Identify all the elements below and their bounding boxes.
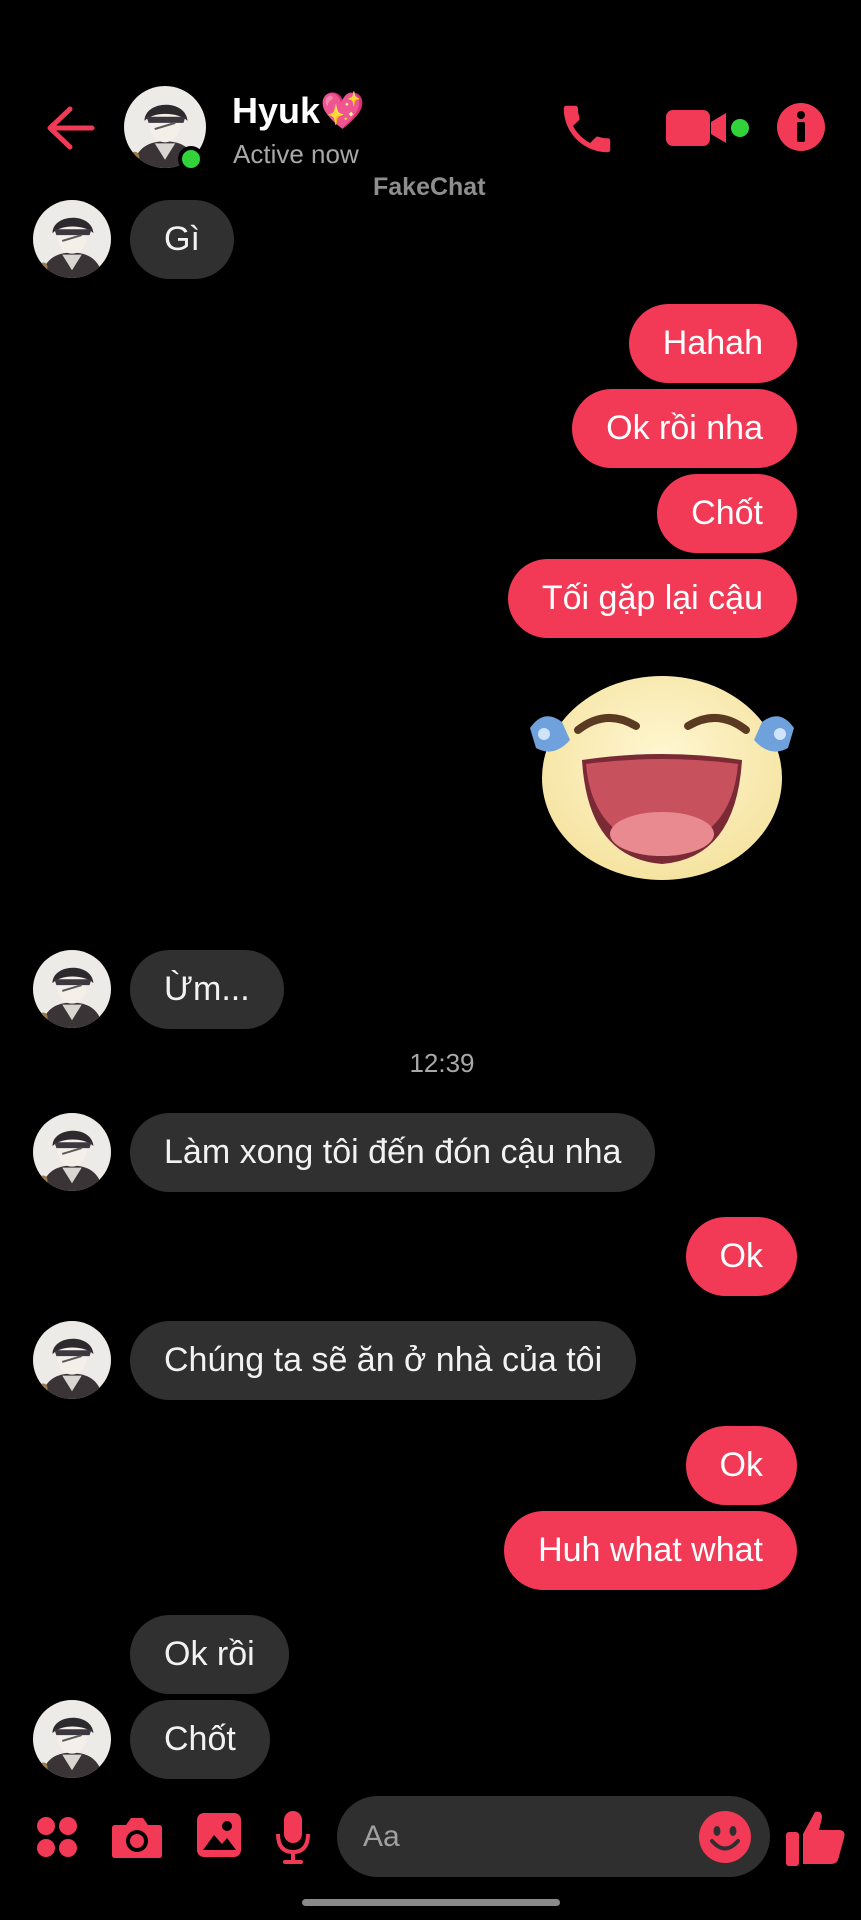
emoji-smiley-icon[interactable]: [698, 1810, 752, 1864]
incoming-message[interactable]: Gì: [130, 200, 234, 279]
outgoing-message[interactable]: Hahah: [628, 304, 797, 383]
sender-avatar[interactable]: [33, 1321, 111, 1399]
sender-avatar[interactable]: [33, 1700, 111, 1778]
microphone-icon[interactable]: [275, 1810, 311, 1866]
home-indicator[interactable]: [302, 1899, 560, 1906]
apps-four-dots-icon[interactable]: [35, 1815, 79, 1859]
video-call-icon[interactable]: [664, 106, 758, 150]
outgoing-message[interactable]: Chốt: [657, 474, 797, 553]
outgoing-message[interactable]: Huh what what: [504, 1511, 797, 1590]
back-arrow-icon[interactable]: [44, 104, 96, 152]
message-input[interactable]: [363, 1796, 683, 1877]
incoming-message[interactable]: Làm xong tôi đến đón cậu nha: [130, 1113, 656, 1192]
laughing-tears-sticker[interactable]: [526, 668, 798, 882]
info-icon[interactable]: [776, 102, 826, 152]
online-status-dot: [178, 146, 204, 172]
sender-avatar[interactable]: [33, 200, 111, 278]
active-status: Active now: [233, 139, 359, 169]
incoming-message[interactable]: Ok rồi: [130, 1615, 289, 1694]
sender-avatar[interactable]: [33, 1113, 111, 1191]
timestamp-separator: 12:39: [409, 1048, 475, 1078]
contact-name[interactable]: Hyuk💖: [232, 90, 365, 132]
incoming-message[interactable]: Chốt: [130, 1700, 270, 1779]
outgoing-message[interactable]: Ok rồi nha: [572, 389, 797, 468]
outgoing-message[interactable]: Ok: [685, 1217, 797, 1296]
message-composer[interactable]: [337, 1796, 770, 1877]
app-watermark: FakeChat: [373, 173, 486, 201]
phone-call-icon[interactable]: [556, 98, 618, 160]
incoming-message[interactable]: Chúng ta sẽ ăn ở nhà của tôi: [130, 1321, 637, 1400]
sender-avatar[interactable]: [33, 950, 111, 1028]
outgoing-message[interactable]: Ok: [685, 1426, 797, 1505]
incoming-message[interactable]: Ừm...: [130, 950, 284, 1029]
camera-icon[interactable]: [111, 1815, 163, 1859]
gallery-image-icon[interactable]: [196, 1812, 242, 1858]
thumbs-up-like-icon[interactable]: [784, 1806, 848, 1870]
outgoing-message[interactable]: Tối gặp lại cậu: [507, 559, 797, 638]
